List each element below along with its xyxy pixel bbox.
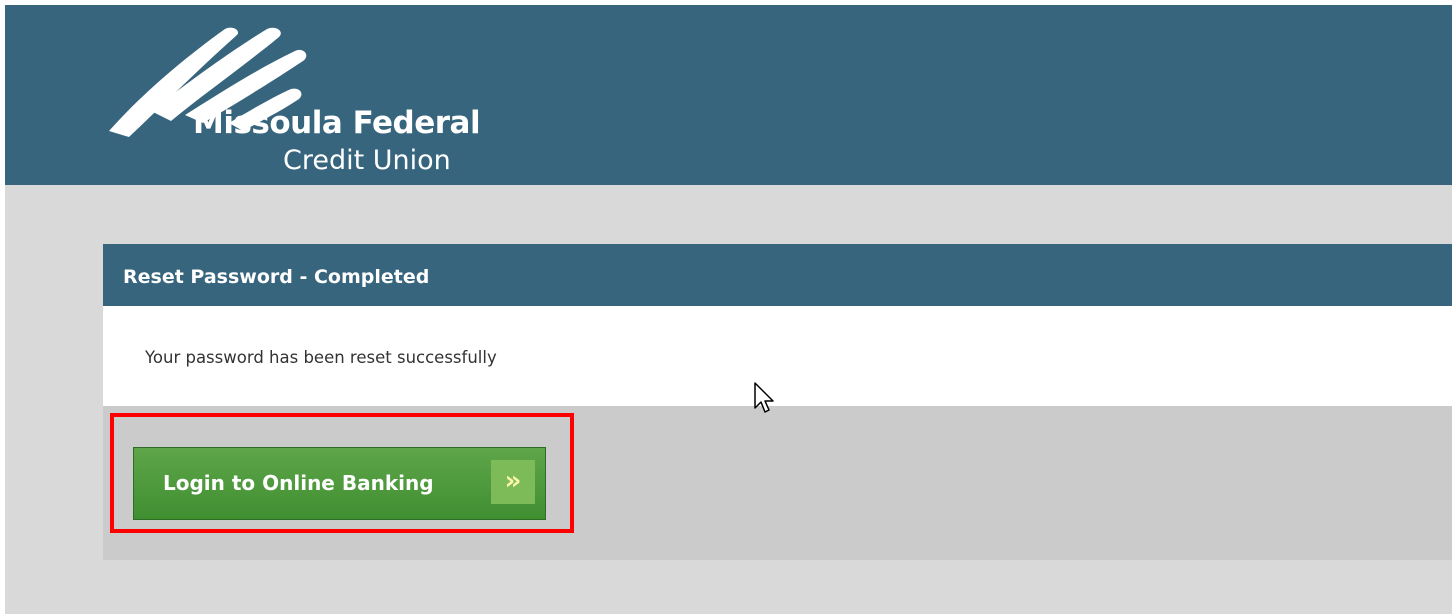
brand-name: Missoula Federal xyxy=(193,105,481,141)
login-button[interactable]: Login to Online Banking » xyxy=(133,447,546,520)
success-message: Your password has been reset successfull… xyxy=(145,348,497,367)
brand-subtitle: Credit Union xyxy=(283,145,451,176)
panel-title: Reset Password - Completed xyxy=(123,266,430,288)
login-button-label: Login to Online Banking xyxy=(163,471,434,495)
mouse-cursor-icon xyxy=(754,382,774,413)
reset-password-panel: Reset Password - Completed Your password… xyxy=(103,244,1452,560)
panel-header: Reset Password - Completed xyxy=(103,244,1452,306)
site-header: Missoula Federal Credit Union xyxy=(5,5,1452,185)
credit-union-logo[interactable]: Missoula Federal Credit Union xyxy=(101,23,481,183)
panel-body: Your password has been reset successfull… xyxy=(103,306,1452,406)
double-chevron-right-icon: » xyxy=(491,460,535,504)
page: Missoula Federal Credit Union Reset Pass… xyxy=(5,5,1452,614)
